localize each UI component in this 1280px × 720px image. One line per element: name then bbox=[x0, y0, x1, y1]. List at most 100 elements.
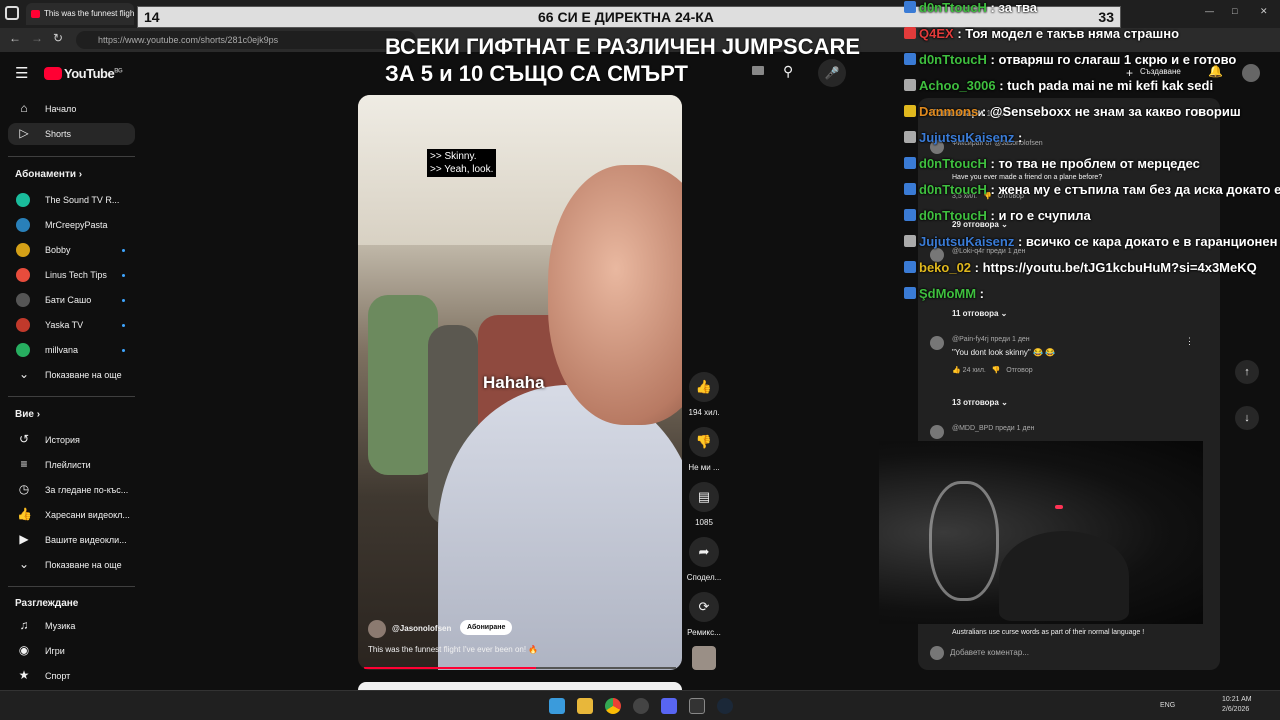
overlay-text: Hahaha bbox=[483, 373, 545, 392]
comment-time: преди 1 ден bbox=[990, 336, 1030, 343]
show-more-subs[interactable]: ⌄ Показване на още bbox=[8, 364, 135, 386]
more-icon[interactable]: ⋮ bbox=[1185, 336, 1194, 347]
chat-badge-icon bbox=[904, 79, 916, 91]
clock-time[interactable]: 10:21 AM bbox=[1222, 696, 1252, 703]
chat-line: JujutsuKaisenz : bbox=[904, 130, 1022, 145]
nav-watch-later[interactable]: ◷ За гледане по-къс... bbox=[8, 479, 135, 501]
next-short-preview[interactable] bbox=[358, 682, 682, 690]
clock-icon: ◷ bbox=[18, 482, 30, 496]
nav-music[interactable]: ♫ Музика bbox=[8, 615, 135, 637]
chat-badge-icon bbox=[904, 209, 916, 221]
browser-tab[interactable]: This was the funnest flight bbox=[26, 3, 134, 25]
discord-icon[interactable] bbox=[661, 698, 677, 714]
nav-your-videos[interactable]: ▶ Вашите видеокли... bbox=[8, 529, 135, 551]
chat-line: Achoo_3006 : tuch pada mai ne mi kefi ka… bbox=[904, 78, 1213, 93]
chat-line: JujutsuKaisenz : всичко се кара докато е… bbox=[904, 234, 1280, 249]
subscriptions-header[interactable]: Абонаменти › bbox=[15, 169, 82, 180]
reply-button[interactable]: Отговор bbox=[1006, 367, 1032, 374]
nav-label: Спорт bbox=[45, 671, 71, 681]
like-button[interactable]: 👍 194 хил. bbox=[683, 372, 725, 417]
chat-line: ŞdMoMM : bbox=[904, 286, 984, 301]
language-indicator[interactable]: ENG bbox=[1160, 702, 1175, 709]
channel-link[interactable]: @Jasonolofsen bbox=[368, 620, 451, 638]
chat-badge-icon bbox=[904, 261, 916, 273]
share-button[interactable]: ➦ Сподел... bbox=[683, 537, 725, 582]
file-explorer-icon[interactable] bbox=[577, 698, 593, 714]
chat-line: d0nTtoucH : то тва не проблем от мерцеде… bbox=[904, 156, 1200, 171]
url-field[interactable]: https://www.youtube.com/shorts/281c0ejk9… bbox=[76, 31, 416, 49]
replies-toggle[interactable]: 11 отговора ⌄ bbox=[952, 309, 1007, 318]
chat-badge-icon bbox=[904, 27, 916, 39]
chat-username: Achoo_3006 bbox=[919, 78, 996, 93]
share-icon: ➦ bbox=[689, 537, 719, 567]
history-icon: ↺ bbox=[18, 432, 30, 446]
show-more-you[interactable]: ⌄ Показване на още bbox=[8, 554, 135, 576]
new-content-dot bbox=[122, 324, 125, 327]
nav-home-label: Начало bbox=[45, 104, 77, 114]
start-icon[interactable] bbox=[549, 698, 565, 714]
chat-message: : то тва не проблем от мерцедес bbox=[990, 156, 1200, 171]
menu-icon[interactable]: ☰ bbox=[15, 64, 28, 82]
nav-label: За гледане по-къс... bbox=[45, 485, 129, 495]
trophy-icon: ★ bbox=[18, 668, 30, 682]
add-comment-field[interactable]: Добавете коментар... bbox=[930, 646, 1029, 660]
red-light bbox=[1055, 505, 1063, 509]
channel-avatar bbox=[16, 243, 30, 257]
dislike-button[interactable]: 👎 Не ми ... bbox=[683, 427, 725, 472]
tab-actions-icon[interactable] bbox=[5, 6, 19, 20]
nav-shorts[interactable]: ▷ Shorts bbox=[8, 123, 135, 145]
nav-shorts-label: Shorts bbox=[45, 129, 72, 139]
chat-message: : bbox=[1017, 130, 1023, 145]
chat-badge-icon bbox=[904, 287, 916, 299]
chrome-icon[interactable] bbox=[605, 698, 621, 714]
sub-item[interactable]: Yaska TV bbox=[8, 315, 135, 335]
short-video-player[interactable]: >> Skinny. >> Yeah, look. Hahaha @Jasono… bbox=[358, 95, 682, 670]
replies-label: 11 отговора bbox=[952, 309, 999, 318]
nav-playlists[interactable]: ≡ Плейлисти bbox=[8, 454, 135, 476]
clock-date[interactable]: 2/6/2026 bbox=[1222, 706, 1249, 713]
nav-history[interactable]: ↺ История bbox=[8, 429, 135, 451]
video-progress[interactable] bbox=[364, 667, 676, 669]
nav-gaming[interactable]: ◉ Игри bbox=[8, 640, 135, 662]
chat-message: : и го е счупила bbox=[990, 208, 1091, 223]
sub-item[interactable]: MrCreepyPasta bbox=[8, 215, 135, 235]
steam-icon[interactable] bbox=[717, 698, 733, 714]
terminal-icon[interactable] bbox=[689, 698, 705, 714]
nav-label: Плейлисти bbox=[45, 460, 91, 470]
sub-item[interactable]: Bobby bbox=[8, 240, 135, 260]
comments-button[interactable]: ▤ 1085 bbox=[683, 482, 725, 527]
thumbs-down-icon: 👎 bbox=[689, 427, 719, 457]
comment-author: @MDD_BPD преди 1 ден bbox=[952, 425, 1034, 432]
new-content-dot bbox=[122, 299, 125, 302]
scroll-up-button[interactable]: ↑ bbox=[1235, 360, 1259, 384]
chat-message: : https://youtu.be/tJG1kcbuHuM?si=4x3MeK… bbox=[974, 260, 1257, 275]
sub-item[interactable]: Linus Tech Tips bbox=[8, 265, 135, 285]
nav-home[interactable]: ⌂ Начало bbox=[8, 98, 135, 120]
sound-thumbnail[interactable] bbox=[692, 646, 716, 670]
chat-username: d0nTtoucH bbox=[919, 208, 987, 223]
sub-name: millvana bbox=[45, 345, 79, 355]
chat-badge-icon bbox=[904, 183, 916, 195]
author-name: @MDD_BPD bbox=[952, 425, 994, 432]
chat-username: Q4EX bbox=[919, 26, 954, 41]
reload-icon[interactable]: ↻ bbox=[53, 31, 63, 45]
subscribe-button[interactable]: Абониране bbox=[460, 620, 513, 635]
you-header[interactable]: Вие › bbox=[15, 409, 40, 420]
nav-sports[interactable]: ★ Спорт bbox=[8, 665, 135, 687]
remix-button[interactable]: ⟳ Ремикс... bbox=[683, 592, 725, 637]
sub-item[interactable]: Бати Сашо bbox=[8, 290, 135, 310]
chat-message: : tuch pada mai ne mi kefi kak sedi bbox=[999, 78, 1214, 93]
comment-time: преди 1 ден bbox=[995, 425, 1035, 432]
new-content-dot bbox=[122, 249, 125, 252]
obs-icon[interactable] bbox=[633, 698, 649, 714]
nav-liked[interactable]: 👍 Харесани видеокл... bbox=[8, 504, 135, 526]
sub-item[interactable]: The Sound TV R... bbox=[8, 190, 135, 210]
nav-label: Харесани видеокл... bbox=[45, 510, 130, 520]
sub-item[interactable]: millvana bbox=[8, 340, 135, 360]
replies-toggle[interactable]: 13 отговора ⌄ bbox=[952, 398, 1008, 407]
forward-icon[interactable]: → bbox=[31, 31, 43, 45]
back-icon[interactable]: ← bbox=[9, 31, 21, 45]
scroll-down-button[interactable]: ↓ bbox=[1235, 406, 1259, 430]
chat-message: : @Senseboxx не знам за какво говориш bbox=[981, 104, 1241, 119]
youtube-logo[interactable]: YouTubeBG bbox=[44, 66, 123, 81]
